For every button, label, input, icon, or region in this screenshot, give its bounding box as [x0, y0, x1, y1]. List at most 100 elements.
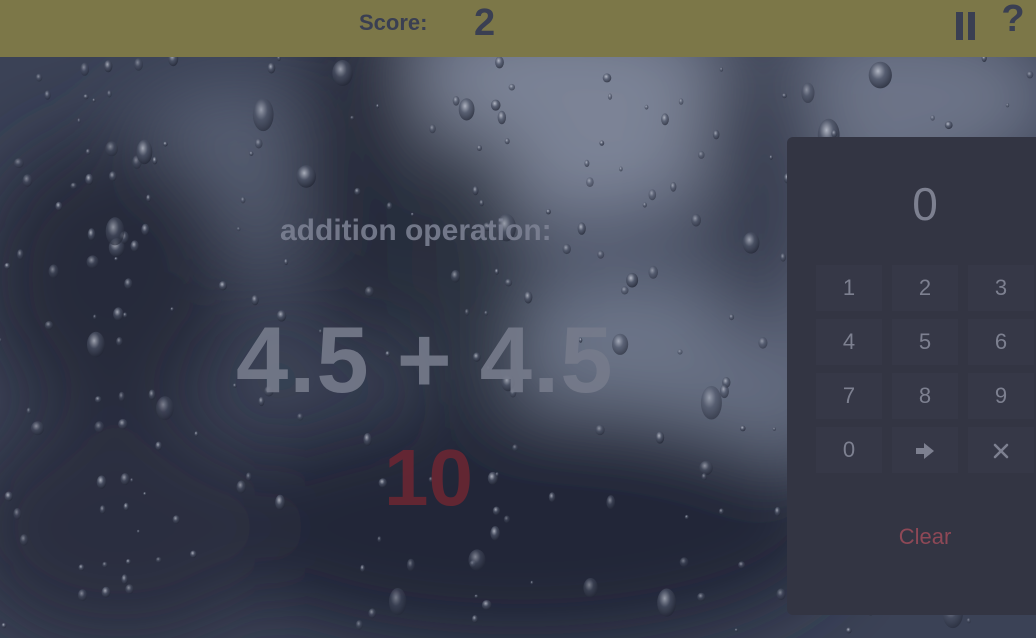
- raindrop: [719, 67, 724, 72]
- key-1[interactable]: 1: [816, 265, 882, 311]
- clear-button[interactable]: Clear: [877, 519, 973, 555]
- raindrop: [85, 148, 91, 155]
- raindrop: [524, 291, 533, 304]
- raindrop: [655, 431, 665, 444]
- help-button[interactable]: ?: [998, 0, 1028, 42]
- raindrop: [44, 90, 51, 100]
- answer-display: 0: [912, 178, 938, 230]
- raindrop: [700, 385, 722, 420]
- raindrop: [868, 61, 892, 89]
- raindrop: [492, 506, 500, 516]
- raindrop: [648, 189, 657, 201]
- raindrop: [44, 321, 54, 330]
- key-5[interactable]: 5: [892, 319, 958, 365]
- raindrop: [114, 257, 118, 261]
- raindrop: [124, 278, 133, 290]
- raindrop: [355, 620, 363, 630]
- raindrop: [249, 151, 254, 156]
- raindrop: [471, 615, 478, 623]
- raindrop: [118, 418, 128, 430]
- raindrop: [93, 314, 97, 320]
- raindrop: [701, 473, 707, 481]
- raindrop: [130, 478, 134, 483]
- raindrop: [495, 472, 499, 477]
- raindrop: [163, 141, 168, 147]
- raindrop: [13, 158, 24, 169]
- raindrop: [474, 594, 479, 599]
- raindrop: [13, 508, 22, 520]
- raindrop: [113, 307, 124, 321]
- raindrop: [719, 384, 729, 399]
- key-3[interactable]: 3: [968, 265, 1034, 311]
- raindrop: [584, 159, 590, 167]
- raindrop: [597, 250, 605, 259]
- raindrop: [1026, 71, 1034, 79]
- raindrop: [86, 255, 99, 269]
- raindrop: [684, 514, 689, 520]
- raindrop: [452, 96, 460, 106]
- key-6[interactable]: 6: [968, 319, 1034, 365]
- raindrop: [155, 441, 162, 451]
- raindrop: [479, 199, 484, 207]
- raindrop: [718, 508, 724, 515]
- raindrop: [781, 93, 787, 99]
- raindrop: [152, 156, 158, 165]
- raindrop: [599, 140, 605, 146]
- raindrop: [245, 472, 252, 482]
- raindrop: [284, 258, 289, 266]
- key-9[interactable]: 9: [968, 373, 1034, 419]
- raindrop: [143, 492, 147, 496]
- raindrop: [118, 391, 125, 402]
- key-8[interactable]: 8: [892, 373, 958, 419]
- raindrop: [107, 90, 112, 98]
- raindrop: [116, 337, 123, 346]
- key-4[interactable]: 4: [816, 319, 882, 365]
- raindrop: [363, 433, 372, 446]
- raindrop: [577, 222, 586, 235]
- raindrop: [774, 506, 781, 517]
- raindrop: [738, 561, 746, 569]
- raindrop: [156, 396, 174, 421]
- raindrop: [105, 217, 125, 246]
- delete-button[interactable]: [968, 427, 1034, 473]
- raindrop: [607, 93, 613, 100]
- raindrop: [678, 98, 684, 105]
- arrow-right-icon: [916, 443, 934, 460]
- raindrop: [141, 223, 150, 236]
- raindrop: [801, 82, 815, 103]
- raindrop: [125, 559, 131, 565]
- submit-button[interactable]: [892, 427, 958, 473]
- raindrop: [376, 104, 380, 109]
- raindrop: [548, 492, 556, 503]
- raindrop: [620, 286, 629, 295]
- pause-icon: [956, 12, 963, 40]
- key-7[interactable]: 7: [816, 373, 882, 419]
- raindrop: [472, 186, 479, 196]
- raindrop: [490, 99, 501, 111]
- raindrop: [468, 549, 486, 571]
- raindrop: [123, 502, 129, 511]
- raindrop: [4, 262, 11, 270]
- raindrop: [429, 124, 436, 134]
- raindrop: [503, 515, 510, 524]
- raindrop: [101, 586, 111, 598]
- raindrop: [742, 232, 760, 254]
- raindrop: [17, 249, 24, 260]
- raindrop: [644, 104, 649, 110]
- key-0[interactable]: 0: [816, 427, 882, 473]
- raindrop: [450, 270, 461, 283]
- score-label: Score:: [359, 10, 428, 35]
- raindrop: [275, 494, 285, 510]
- raindrop: [677, 349, 683, 355]
- raindrop: [121, 574, 128, 585]
- raindrop: [350, 115, 355, 121]
- key-2[interactable]: 2: [892, 265, 958, 311]
- raindrop: [930, 115, 935, 121]
- raindrop: [136, 139, 153, 165]
- pause-button[interactable]: [954, 12, 978, 40]
- raindrop: [26, 407, 32, 415]
- raindrop: [94, 421, 105, 433]
- raindrop: [96, 475, 107, 489]
- raindrop: [125, 584, 134, 595]
- raindrop: [769, 155, 773, 160]
